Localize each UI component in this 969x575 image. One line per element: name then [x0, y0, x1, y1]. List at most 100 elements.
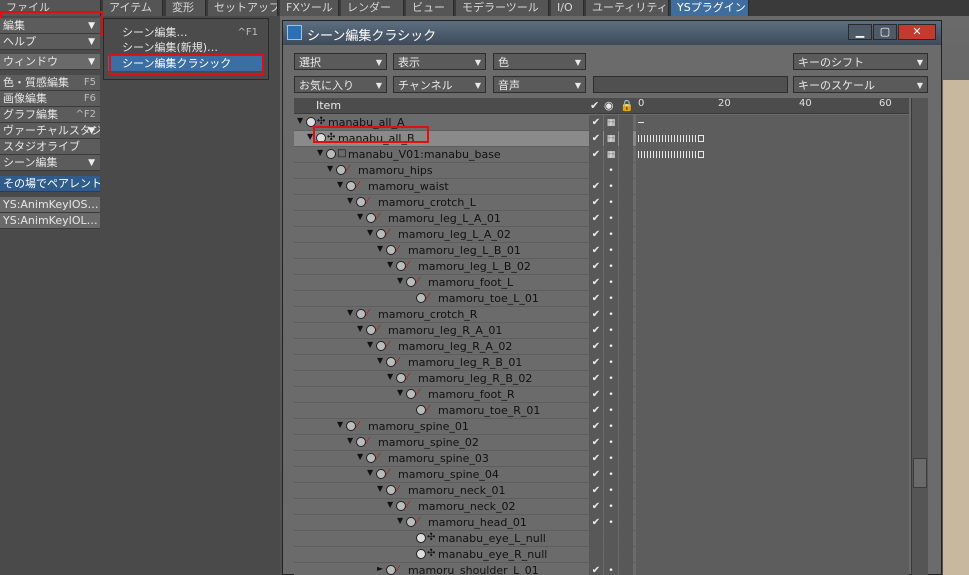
- tree-row[interactable]: ▼ ⁄ mamoru_foot_L ✔ •: [294, 275, 909, 291]
- active-toggle[interactable]: ✔: [589, 419, 603, 435]
- lock-toggle[interactable]: [619, 547, 633, 563]
- expand-arrow-icon[interactable]: ▼: [347, 308, 353, 317]
- tree-row[interactable]: ▼ ⁄ mamoru_leg_L_B_02 ✔ •: [294, 259, 909, 275]
- maximize-button[interactable]: ▢: [873, 24, 897, 40]
- visibility-toggle[interactable]: •: [604, 291, 618, 307]
- key-scale-dropdown[interactable]: キーのスケール ▼: [793, 76, 928, 93]
- key-track[interactable]: [636, 403, 909, 419]
- tree-row[interactable]: ▼ ⁄ mamoru_hips •: [294, 163, 909, 179]
- sidebar-item-7[interactable]: スタジオライブ: [0, 139, 100, 155]
- active-toggle[interactable]: ✔: [589, 211, 603, 227]
- visibility-toggle[interactable]: •: [604, 163, 618, 179]
- lock-toggle[interactable]: [619, 243, 633, 259]
- key-track[interactable]: [636, 291, 909, 307]
- lock-toggle[interactable]: [619, 339, 633, 355]
- visibility-toggle[interactable]: •: [604, 275, 618, 291]
- active-toggle[interactable]: ✔: [589, 483, 603, 499]
- expand-arrow-icon[interactable]: ▼: [357, 452, 363, 461]
- lock-toggle[interactable]: [619, 275, 633, 291]
- menu-tab-6[interactable]: ビュー: [406, 0, 454, 16]
- tree-row-name-cell[interactable]: ▼ ⁄ mamoru_spine_04: [294, 467, 589, 483]
- tree-row[interactable]: ▼ ⁄ mamoru_leg_R_B_01 ✔ •: [294, 355, 909, 371]
- sidebar-item-8[interactable]: シーン編集 ▼: [0, 155, 100, 171]
- sidebar-item-4[interactable]: 画像編集 F6: [0, 91, 100, 107]
- visibility-toggle[interactable]: [604, 531, 618, 547]
- visibility-toggle[interactable]: •: [604, 483, 618, 499]
- item-column-header[interactable]: Item: [316, 99, 341, 112]
- key-track[interactable]: [636, 227, 909, 243]
- tree-row-name-cell[interactable]: ▼ ⁄ mamoru_neck_02: [294, 499, 589, 515]
- tree-row[interactable]: ▼ ⁄ mamoru_leg_L_A_02 ✔ •: [294, 227, 909, 243]
- timeline-ruler[interactable]: 0 20 40 60: [636, 98, 909, 114]
- visibility-toggle[interactable]: •: [604, 339, 618, 355]
- key-track[interactable]: [636, 307, 909, 323]
- tree-row[interactable]: ▼ ⁄ mamoru_leg_R_A_01 ✔ •: [294, 323, 909, 339]
- active-toggle[interactable]: ✔: [589, 563, 603, 575]
- key-track[interactable]: [636, 547, 909, 563]
- sidebar-item-1[interactable]: ヘルプ ▼: [0, 34, 100, 50]
- tree-row-name-cell[interactable]: ▼ ⁄ mamoru_leg_R_A_01: [294, 323, 589, 339]
- active-toggle[interactable]: ✔: [589, 275, 603, 291]
- tree-row-name-cell[interactable]: ▼ ⁄ mamoru_leg_R_A_02: [294, 339, 589, 355]
- lock-toggle[interactable]: [619, 531, 633, 547]
- tree-row-name-cell[interactable]: ▼ ⁄ mamoru_spine_03: [294, 451, 589, 467]
- active-toggle[interactable]: ✔: [589, 451, 603, 467]
- tree-row-name-cell[interactable]: ✣ manabu_eye_L_null: [294, 531, 589, 547]
- key-track[interactable]: [636, 147, 909, 163]
- tree-row[interactable]: ▼ ⁄ mamoru_leg_L_A_01 ✔ •: [294, 211, 909, 227]
- tree-row[interactable]: ▼ ⁄ mamoru_foot_R ✔ •: [294, 387, 909, 403]
- visibility-toggle[interactable]: •: [604, 227, 618, 243]
- tree-row-name-cell[interactable]: ► ⁄ mamoru_shoulder_L_01: [294, 563, 589, 575]
- active-toggle[interactable]: ✔: [589, 355, 603, 371]
- expand-arrow-icon[interactable]: ▼: [367, 228, 373, 237]
- active-toggle[interactable]: ✔: [589, 147, 603, 163]
- tree-row[interactable]: ✣ manabu_eye_L_null: [294, 531, 909, 547]
- visibility-toggle[interactable]: •: [604, 243, 618, 259]
- sidebar-item-9[interactable]: その場でペアレント: [0, 176, 100, 192]
- sidebar-item-5[interactable]: グラフ編集 ^F2: [0, 107, 100, 123]
- visibility-toggle[interactable]: •: [604, 259, 618, 275]
- active-toggle[interactable]: ✔: [589, 179, 603, 195]
- blank-field[interactable]: [593, 76, 788, 93]
- key-track[interactable]: [636, 275, 909, 291]
- audio-dropdown[interactable]: 音声 ▼: [493, 76, 586, 93]
- key-track[interactable]: [636, 451, 909, 467]
- tree-row[interactable]: ▼ ✣ manabu_all_A ✔ ▦: [294, 115, 909, 131]
- active-toggle[interactable]: [589, 531, 603, 547]
- visibility-toggle[interactable]: •: [604, 419, 618, 435]
- active-toggle[interactable]: ✔: [589, 227, 603, 243]
- expand-arrow-icon[interactable]: ▼: [347, 436, 353, 445]
- expand-arrow-icon[interactable]: ▼: [367, 340, 373, 349]
- lock-toggle[interactable]: [619, 435, 633, 451]
- visibility-toggle[interactable]: •: [604, 355, 618, 371]
- active-toggle[interactable]: ✔: [589, 291, 603, 307]
- key-track[interactable]: [636, 259, 909, 275]
- expand-arrow-icon[interactable]: ▼: [307, 132, 313, 141]
- check-icon[interactable]: ✔: [590, 99, 599, 112]
- tree-row-name-cell[interactable]: ▼ ⁄ mamoru_leg_L_A_01: [294, 211, 589, 227]
- key-track[interactable]: [636, 371, 909, 387]
- key-track[interactable]: [636, 467, 909, 483]
- tree-row[interactable]: ▼ ⁄ mamoru_leg_R_A_02 ✔ •: [294, 339, 909, 355]
- lock-toggle[interactable]: [619, 131, 633, 147]
- expand-arrow-icon[interactable]: ▼: [387, 372, 393, 381]
- active-toggle[interactable]: ✔: [589, 323, 603, 339]
- key-track[interactable]: [636, 499, 909, 515]
- lock-icon[interactable]: 🔒: [620, 99, 634, 112]
- select-dropdown[interactable]: 選択 ▼: [294, 53, 387, 70]
- edit-menu-item-2[interactable]: シーン編集クラシック: [108, 56, 264, 71]
- lock-toggle[interactable]: [619, 515, 633, 531]
- active-toggle[interactable]: ✔: [589, 403, 603, 419]
- sidebar-item-6[interactable]: ヴァーチャルスタジオ▼: [0, 123, 100, 139]
- expand-arrow-icon[interactable]: ▼: [387, 500, 393, 509]
- edit-menu-item-0[interactable]: シーン編集… ^F1: [108, 25, 264, 40]
- tree-row-name-cell[interactable]: ⁄ mamoru_toe_R_01: [294, 403, 589, 419]
- tree-row[interactable]: ▼ ⁄ mamoru_spine_01 ✔ •: [294, 419, 909, 435]
- lock-toggle[interactable]: [619, 451, 633, 467]
- lock-toggle[interactable]: [619, 307, 633, 323]
- tree-row-name-cell[interactable]: ▼ ⁄ mamoru_crotch_L: [294, 195, 589, 211]
- expand-arrow-icon[interactable]: ▼: [357, 324, 363, 333]
- expand-arrow-icon[interactable]: ▼: [297, 116, 303, 125]
- tree-row-name-cell[interactable]: ▼ ⁄ mamoru_foot_L: [294, 275, 589, 291]
- active-toggle[interactable]: ✔: [589, 243, 603, 259]
